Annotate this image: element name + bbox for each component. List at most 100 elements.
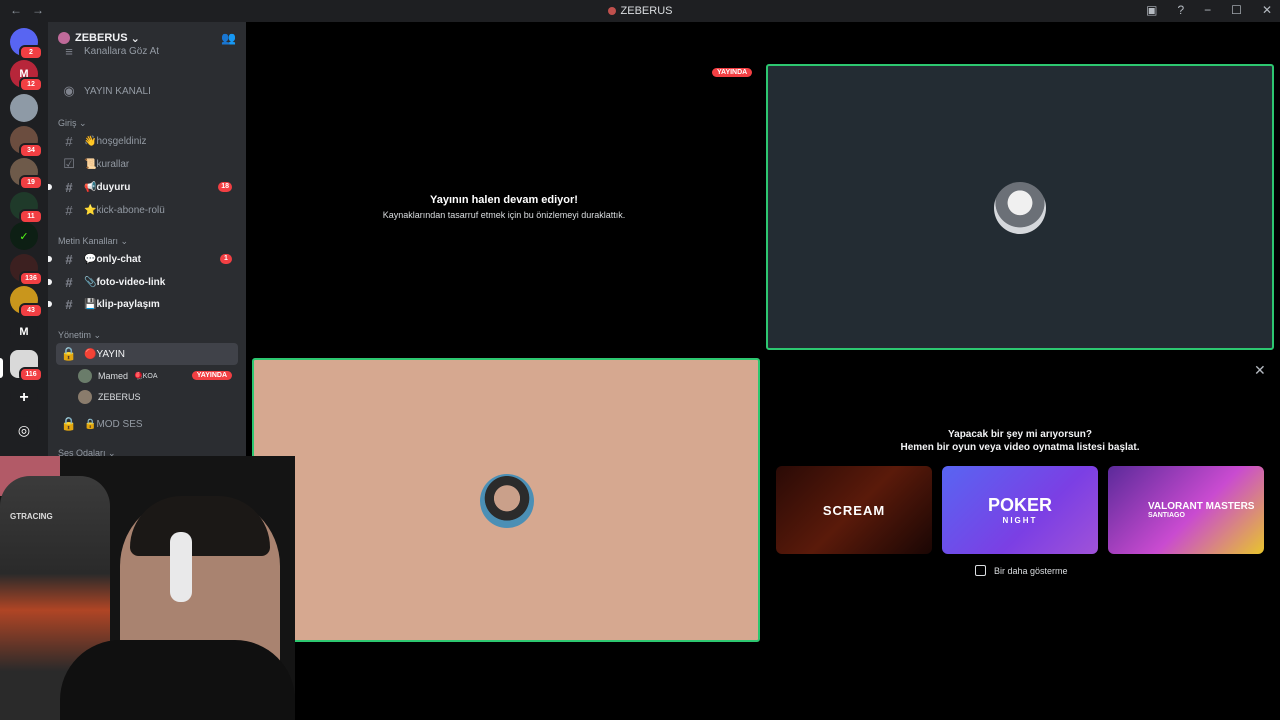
voice-stage: Yayının halen devam ediyor! Kaynaklarınd… — [246, 22, 1280, 720]
guild-badge: 34 — [19, 143, 43, 158]
category-giris[interactable]: Giriş ⌄ — [58, 118, 87, 129]
avatar — [78, 369, 92, 383]
paused-subtitle: Kaynaklarından tasarruf etmek için bu ön… — [382, 210, 626, 220]
server-icon[interactable]: ✓ — [10, 222, 38, 250]
activity-prompt-subtitle: Hemen bir oyun veya video oynatma listes… — [900, 442, 1140, 453]
activity-card-title: VALORANT MASTERS — [1148, 501, 1255, 512]
headset-icon — [170, 532, 192, 602]
activity-prompt-title: Yapacak bir şey mi arıyorsun? — [948, 429, 1092, 440]
inbox-icon[interactable]: ▣ — [1146, 3, 1157, 17]
mention-badge: 18 — [218, 182, 232, 192]
mention-badge: 1 — [220, 254, 232, 264]
activity-card-poker-night[interactable]: POKER NIGHT — [942, 466, 1098, 554]
checkbox[interactable] — [975, 565, 986, 576]
help-icon[interactable]: ? — [1177, 3, 1184, 17]
channel-duyuru[interactable]: # 📢duyuru 18 — [48, 176, 238, 198]
channel-kurallar[interactable]: ☑ 📜kurallar — [56, 153, 238, 175]
live-badge: YAYINDA — [712, 68, 753, 77]
channel-label: 💾klip-paylaşım — [84, 298, 160, 310]
add-server-icon[interactable]: + — [10, 384, 38, 412]
guild-badge: 43 — [19, 303, 43, 318]
hash-icon: # — [65, 133, 73, 149]
channel-kick-abone-rolu[interactable]: # ⭐kick-abone-rolü — [56, 199, 238, 221]
maximize-button[interactable]: ☐ — [1231, 3, 1242, 17]
guild-badge: 116 — [19, 367, 43, 382]
server-icon[interactable]: 136 — [10, 254, 43, 286]
server-icon[interactable]: 11 — [10, 192, 43, 224]
server-name: ZEBERUS — [75, 32, 128, 44]
category-yonetim[interactable]: Yönetim ⌄ — [58, 330, 101, 341]
title-bar: ← → ZEBERUS ▣ ? − ☐ ✕ — [0, 0, 1280, 22]
activity-card-subtitle: SANTIAGO — [1148, 512, 1185, 519]
discord-home-icon[interactable]: 2 — [10, 28, 43, 60]
channel-only-chat[interactable]: # 💬only-chat 1 — [48, 248, 238, 270]
hash-icon: # — [65, 296, 73, 312]
rules-icon: ☑ — [63, 156, 75, 171]
voice-user-zeberus[interactable]: ZEBERUS — [78, 387, 238, 407]
channel-label: 📎foto-video-link — [84, 276, 166, 288]
paused-stream-tile[interactable]: Yayının halen devam ediyor! Kaynaklarınd… — [250, 60, 758, 346]
activity-card-valorant[interactable]: VALORANT MASTERS SANTIAGO — [1108, 466, 1264, 554]
window-title-text: ZEBERUS — [620, 5, 673, 17]
add-member-icon[interactable]: 👥 — [221, 31, 236, 45]
guild-badge: 12 — [19, 77, 43, 92]
webcam-hair — [130, 496, 270, 556]
voice-channel-mod-ses[interactable]: 🔒 🔒MOD SES — [56, 413, 238, 435]
voice-channel-yayin[interactable]: 🔒 🔴YAYIN — [56, 343, 238, 365]
server-icon — [58, 32, 70, 44]
close-button[interactable]: ✕ — [1262, 3, 1272, 17]
channel-label: 📢duyuru — [84, 181, 131, 193]
unread-indicator — [48, 256, 52, 262]
dont-show-label: Bir daha gösterme — [994, 565, 1068, 576]
explore-icon[interactable]: ◎ — [10, 416, 38, 444]
participant-tile-zeberus[interactable] — [766, 64, 1274, 350]
channel-hosgeldiniz[interactable]: # 👋hoşgeldiniz — [56, 130, 238, 152]
close-icon[interactable]: ✕ — [1254, 362, 1266, 379]
activity-card-title: SCREAM — [822, 502, 886, 518]
channel-yayin-kanali[interactable]: ◉ YAYIN KANALI — [56, 80, 238, 102]
channel-label: Kanallara Göz At — [84, 45, 160, 57]
activity-card-subtitle: NIGHT — [1002, 516, 1038, 525]
category-label: Yönetim — [58, 330, 92, 340]
server-icon[interactable] — [10, 94, 38, 122]
activity-card-title: POKER — [987, 495, 1052, 515]
server-icon[interactable]: 43 — [10, 286, 43, 318]
guild-badge: 19 — [19, 175, 43, 190]
webcam-shirt — [60, 640, 295, 720]
browse-channels[interactable]: ≡ Kanallara Göz At — [56, 44, 238, 58]
channel-klip-paylasim[interactable]: # 💾klip-paylaşım — [48, 293, 238, 315]
category-metin-kanallari[interactable]: Metin Kanalları ⌄ — [58, 236, 128, 247]
server-icon[interactable]: 19 — [10, 158, 43, 190]
broadcast-icon: ◉ — [63, 83, 75, 98]
hash-icon: # — [65, 251, 73, 267]
user-activity: 🪀KOA — [134, 373, 158, 380]
avatar — [994, 182, 1046, 234]
chevron-down-icon: ⌄ — [130, 32, 140, 45]
server-icon[interactable]: 116 — [10, 350, 43, 382]
unread-indicator — [48, 301, 52, 307]
avatar — [78, 390, 92, 404]
channel-label: ⭐kick-abone-rolü — [84, 204, 165, 216]
user-name: ZEBERUS — [98, 392, 141, 402]
server-dot-icon — [607, 7, 616, 15]
server-icon[interactable]: M 12 — [10, 60, 43, 92]
dont-show-again[interactable]: Bir daha gösterme — [975, 565, 1068, 576]
user-name: Mamed — [98, 371, 129, 381]
channel-label: 🔴YAYIN — [84, 348, 125, 360]
unread-indicator — [48, 279, 52, 285]
activity-card-scream[interactable]: SCREAM — [776, 466, 932, 554]
unread-indicator — [48, 184, 52, 190]
guild-badge: 136 — [19, 271, 43, 286]
participant-tile-mamed[interactable] — [252, 358, 760, 642]
hash-icon: # — [65, 179, 73, 195]
server-icon[interactable]: 34 — [10, 126, 43, 158]
avatar — [480, 474, 534, 528]
voice-user-mamed[interactable]: Mamed 🪀KOA YAYINDA — [78, 366, 238, 386]
guild-badge: 2 — [19, 45, 43, 60]
lock-icon: 🔒 — [60, 416, 78, 431]
category-label: Metin Kanalları — [58, 236, 119, 246]
server-icon[interactable]: M — [10, 318, 38, 346]
category-label: Giriş — [58, 118, 77, 128]
channel-foto-video-link[interactable]: # 📎foto-video-link — [48, 271, 238, 293]
minimize-button[interactable]: − — [1204, 3, 1211, 17]
